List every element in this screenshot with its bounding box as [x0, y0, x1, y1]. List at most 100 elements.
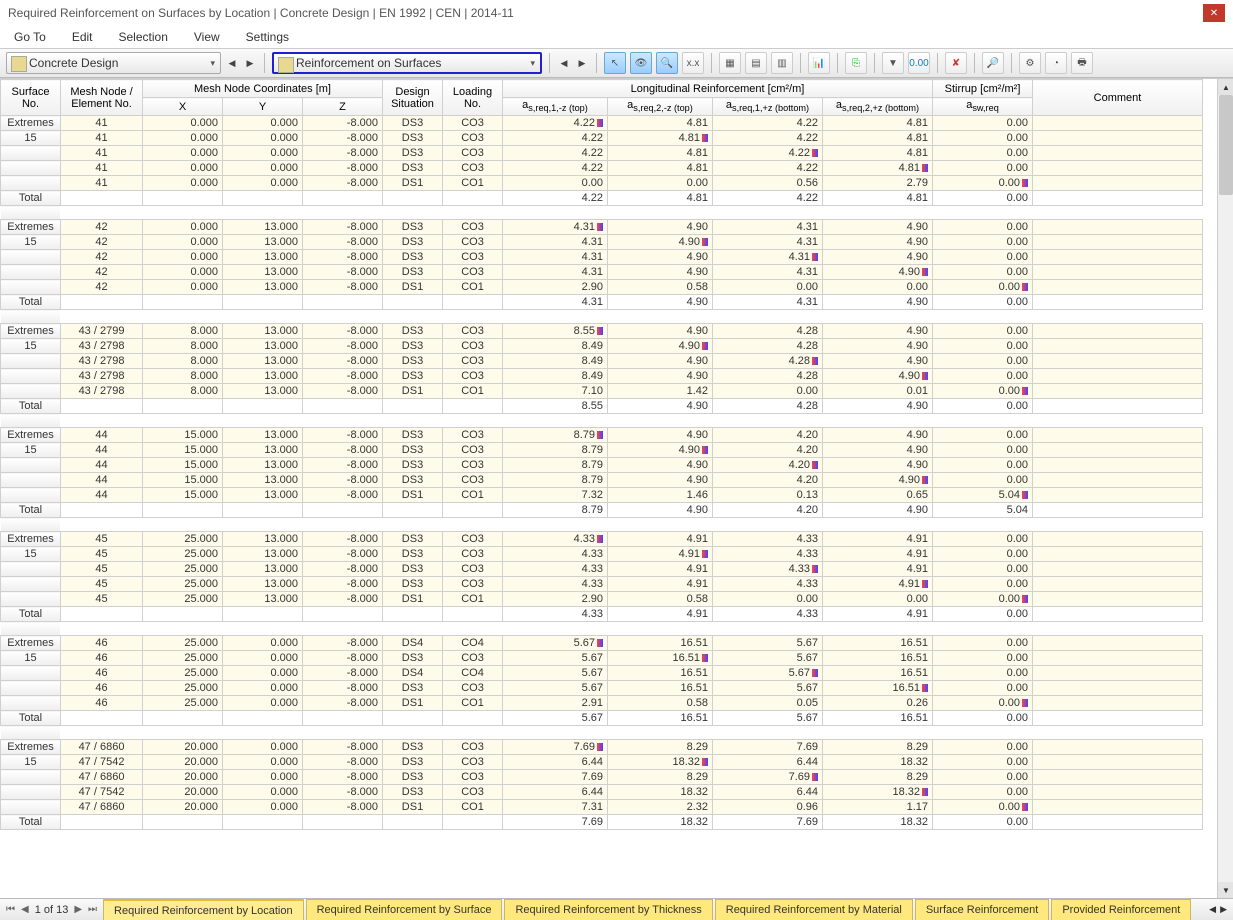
cell[interactable]: 4.90: [608, 473, 713, 488]
cell[interactable]: 0.00: [933, 384, 1033, 399]
cell[interactable]: -8.000: [303, 696, 383, 711]
cell[interactable]: 0.000: [223, 161, 303, 176]
cell[interactable]: 0.00: [933, 651, 1033, 666]
cell[interactable]: CO3: [443, 785, 503, 800]
cell[interactable]: 8.000: [143, 384, 223, 399]
cell[interactable]: -8.000: [303, 592, 383, 607]
cell[interactable]: [383, 607, 443, 622]
cell[interactable]: 0.00: [713, 592, 823, 607]
cell[interactable]: -8.000: [303, 176, 383, 191]
cell[interactable]: CO1: [443, 176, 503, 191]
cell[interactable]: CO1: [443, 696, 503, 711]
cell[interactable]: -8.000: [303, 488, 383, 503]
cell[interactable]: 13.000: [223, 577, 303, 592]
cell[interactable]: 4.90: [608, 220, 713, 235]
cell[interactable]: 4.91: [823, 607, 933, 622]
cell[interactable]: 4.90: [823, 369, 933, 384]
cell[interactable]: [1033, 428, 1203, 443]
cell[interactable]: 16.51: [608, 681, 713, 696]
cell[interactable]: 6.44: [503, 755, 608, 770]
cell[interactable]: 5.67: [503, 651, 608, 666]
cell[interactable]: 8.29: [823, 770, 933, 785]
cell[interactable]: 0.000: [223, 681, 303, 696]
cell[interactable]: CO3: [443, 220, 503, 235]
cell[interactable]: 46: [61, 696, 143, 711]
menu-selection[interactable]: Selection: [113, 28, 174, 46]
cell[interactable]: [303, 607, 383, 622]
cell[interactable]: 20.000: [143, 800, 223, 815]
cell[interactable]: [1033, 384, 1203, 399]
cell[interactable]: DS3: [383, 443, 443, 458]
cell[interactable]: 8.29: [823, 740, 933, 755]
nav-right-icon[interactable]: ▶: [575, 58, 589, 69]
cell[interactable]: DS3: [383, 116, 443, 131]
cell[interactable]: 0.00: [933, 250, 1033, 265]
cell[interactable]: 4.31: [713, 235, 823, 250]
cell[interactable]: [1033, 473, 1203, 488]
cell[interactable]: [303, 191, 383, 206]
cell[interactable]: 0.000: [223, 176, 303, 191]
cell[interactable]: 8.000: [143, 324, 223, 339]
cell[interactable]: [61, 399, 143, 414]
cell[interactable]: 16.51: [823, 636, 933, 651]
cell[interactable]: 8.55: [503, 399, 608, 414]
cell[interactable]: [1033, 146, 1203, 161]
col-surface[interactable]: SurfaceNo.: [1, 80, 61, 116]
cell[interactable]: 5.67: [503, 681, 608, 696]
cell[interactable]: [1033, 800, 1203, 815]
cell[interactable]: DS3: [383, 265, 443, 280]
cell[interactable]: 4.22: [503, 191, 608, 206]
cell[interactable]: 4.90: [823, 428, 933, 443]
cell[interactable]: 0.00: [933, 532, 1033, 547]
cell[interactable]: [1033, 503, 1203, 518]
cell[interactable]: 0.000: [223, 755, 303, 770]
cell[interactable]: -8.000: [303, 161, 383, 176]
cell[interactable]: -8.000: [303, 354, 383, 369]
cell[interactable]: 4.28: [713, 369, 823, 384]
cell[interactable]: 5.67: [713, 711, 823, 726]
cell[interactable]: 4.90: [823, 250, 933, 265]
cell[interactable]: [61, 191, 143, 206]
cell[interactable]: 25.000: [143, 666, 223, 681]
cell[interactable]: 4.81: [608, 146, 713, 161]
cell[interactable]: 0.00: [933, 800, 1033, 815]
cell[interactable]: 0.00: [933, 399, 1033, 414]
col-a2[interactable]: as,req,2,-z (top): [608, 98, 713, 116]
cell[interactable]: 0.00: [933, 146, 1033, 161]
cell[interactable]: 0.00: [933, 592, 1033, 607]
cell[interactable]: 4.33: [503, 577, 608, 592]
cell[interactable]: DS3: [383, 339, 443, 354]
cell[interactable]: CO1: [443, 280, 503, 295]
cell[interactable]: 0.00: [933, 339, 1033, 354]
cell[interactable]: [1033, 220, 1203, 235]
cell[interactable]: [223, 399, 303, 414]
cell[interactable]: 0.000: [223, 131, 303, 146]
cell[interactable]: [223, 295, 303, 310]
cell[interactable]: CO3: [443, 473, 503, 488]
cell[interactable]: 4.33: [713, 577, 823, 592]
cell[interactable]: 7.31: [503, 800, 608, 815]
cell[interactable]: [61, 503, 143, 518]
cell[interactable]: 0.000: [223, 785, 303, 800]
cell[interactable]: 25.000: [143, 696, 223, 711]
cell[interactable]: 47 / 7542: [61, 755, 143, 770]
cell[interactable]: [1033, 651, 1203, 666]
cell[interactable]: 18.32: [823, 785, 933, 800]
cell[interactable]: 4.81: [823, 191, 933, 206]
cell[interactable]: -8.000: [303, 369, 383, 384]
cell[interactable]: 0.00: [933, 473, 1033, 488]
cell[interactable]: 43 / 2798: [61, 354, 143, 369]
cell[interactable]: 0.00: [933, 547, 1033, 562]
cell[interactable]: 0.000: [223, 770, 303, 785]
cell[interactable]: CO3: [443, 250, 503, 265]
close-button[interactable]: ✕: [1203, 4, 1225, 22]
cell[interactable]: 47 / 6860: [61, 800, 143, 815]
cell[interactable]: [1033, 265, 1203, 280]
cell[interactable]: 8.79: [503, 428, 608, 443]
cell[interactable]: 4.20: [713, 443, 823, 458]
cell[interactable]: 0.00: [933, 458, 1033, 473]
cell[interactable]: 8.55: [503, 324, 608, 339]
cell[interactable]: 4.91: [608, 577, 713, 592]
cell[interactable]: 13.000: [223, 220, 303, 235]
cell[interactable]: 0.65: [823, 488, 933, 503]
